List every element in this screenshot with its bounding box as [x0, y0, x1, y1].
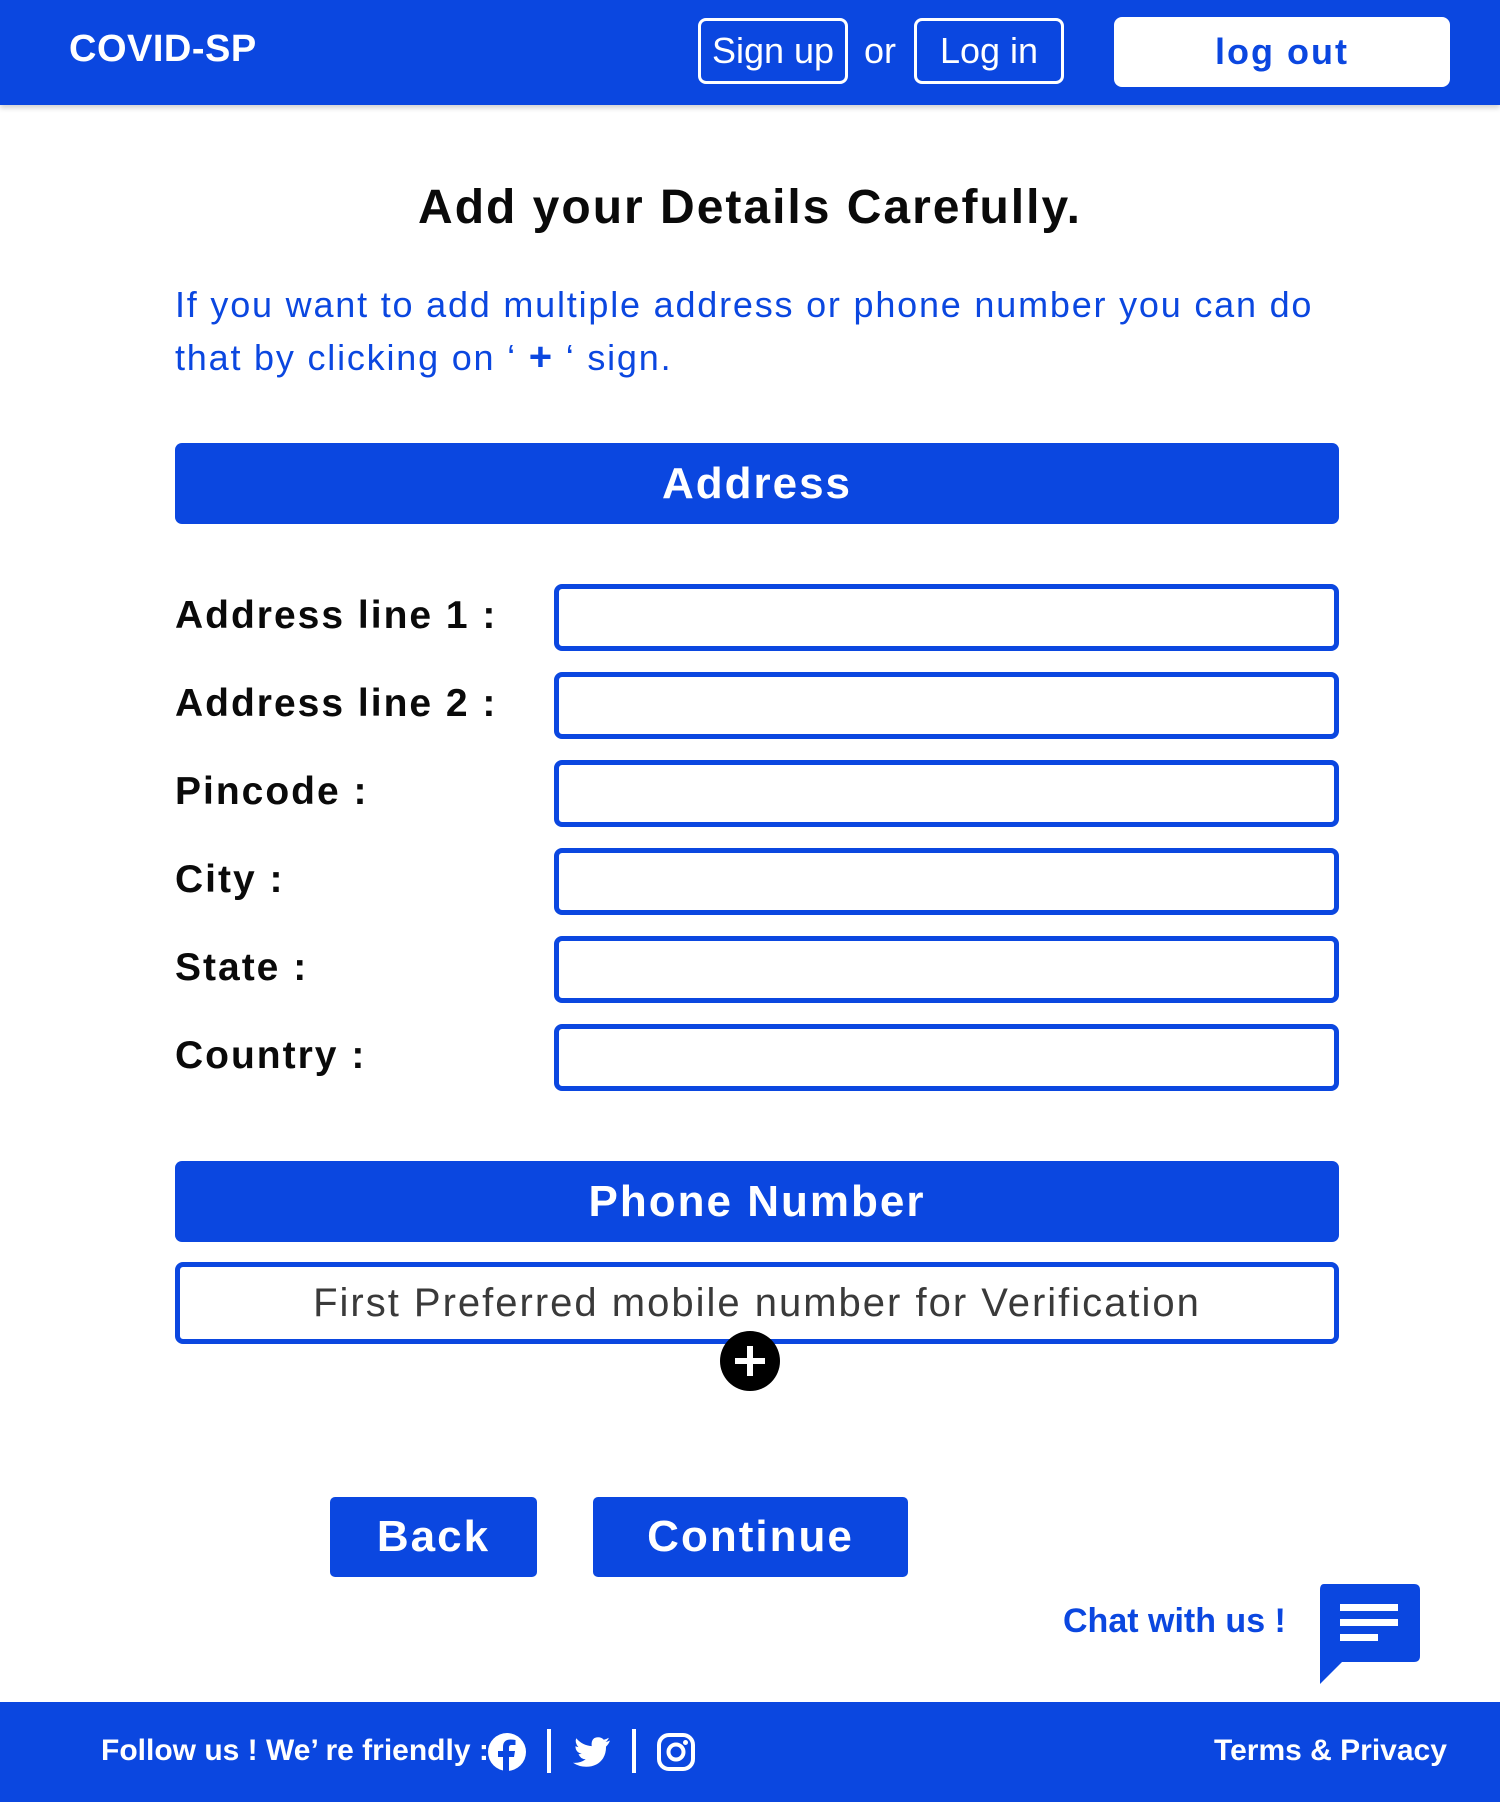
instagram-icon[interactable]	[656, 1732, 696, 1772]
address-section-header: Address	[175, 443, 1339, 524]
back-button[interactable]: Back	[330, 1497, 537, 1577]
follow-us-text: Follow us ! We’ re friendly :	[101, 1734, 489, 1767]
footer-divider	[632, 1729, 636, 1773]
plus-circle-icon	[735, 1346, 765, 1376]
city-input[interactable]	[554, 848, 1339, 915]
twitter-icon[interactable]	[571, 1732, 611, 1772]
instruction-plus-sign: +	[528, 335, 554, 379]
address-line-2-label: Address line 2 :	[175, 682, 498, 725]
footer-bar: Follow us ! We’ re friendly : Terms & Pr…	[0, 1702, 1500, 1802]
country-label: Country :	[175, 1034, 367, 1077]
pincode-input[interactable]	[554, 760, 1339, 827]
log-out-button[interactable]: log out	[1114, 17, 1450, 87]
state-input[interactable]	[554, 936, 1339, 1003]
add-phone-button[interactable]	[720, 1331, 780, 1391]
address-line-1-input[interactable]	[554, 584, 1339, 651]
chat-bubble-icon[interactable]	[1318, 1584, 1420, 1686]
facebook-icon[interactable]	[487, 1732, 527, 1772]
country-input[interactable]	[554, 1024, 1339, 1091]
footer-divider	[547, 1729, 551, 1773]
instruction-text-part1: If you want to add multiple address or p…	[175, 284, 1314, 378]
city-label: City :	[175, 858, 285, 901]
page-title: Add your Details Carefully.	[418, 181, 1082, 234]
address-line-1-label: Address line 1 :	[175, 594, 498, 637]
pincode-label: Pincode :	[175, 770, 369, 813]
sign-up-button[interactable]: Sign up	[698, 18, 848, 84]
terms-privacy-link[interactable]: Terms & Privacy	[1214, 1734, 1447, 1768]
phone-section-header: Phone Number	[175, 1161, 1339, 1242]
state-label: State :	[175, 946, 309, 989]
instruction-text: If you want to add multiple address or p…	[175, 278, 1355, 384]
top-nav-bar: COVID-SP Sign up or Log in log out	[0, 0, 1500, 105]
log-in-button[interactable]: Log in	[914, 18, 1064, 84]
chat-with-us-link[interactable]: Chat with us !	[1063, 1602, 1286, 1641]
address-line-2-input[interactable]	[554, 672, 1339, 739]
instruction-text-part2: ‘ sign.	[553, 337, 673, 378]
continue-button[interactable]: Continue	[593, 1497, 908, 1577]
brand-logo[interactable]: COVID-SP	[69, 28, 257, 71]
or-separator: or	[864, 30, 897, 71]
